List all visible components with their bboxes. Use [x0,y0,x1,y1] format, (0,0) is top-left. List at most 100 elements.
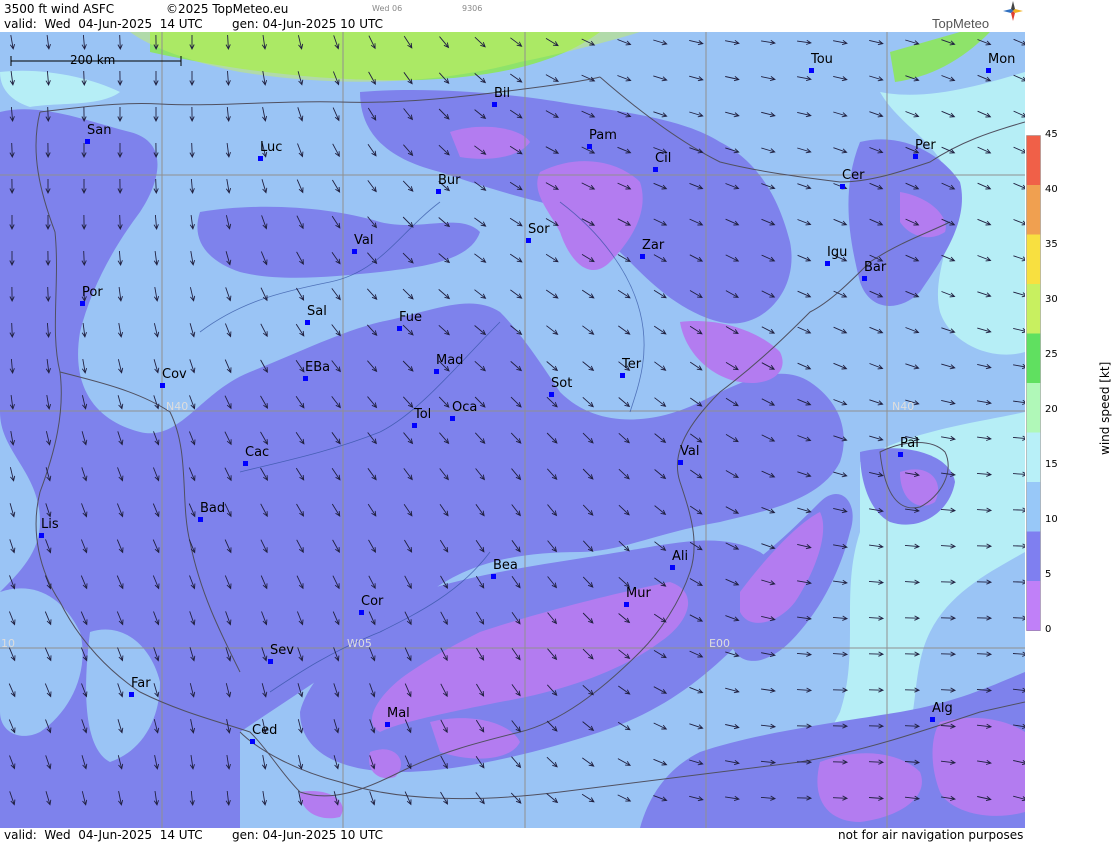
city-label: Mon [988,52,1016,67]
scale-label: 200 km [70,53,116,67]
city-dot [898,452,903,457]
city-dot [305,320,310,325]
city-label: Cov [162,367,187,382]
city-label: Por [82,285,103,300]
logo-text: TopMeteo [932,16,990,31]
generated-time: gen: 04-Jun-2025 10 UTC [232,17,384,31]
city-dot [862,276,867,281]
city-label: Sot [551,376,573,391]
legend-tick: 35 [1045,239,1058,250]
legend-tick: 30 [1045,294,1058,305]
city-dot [80,301,85,306]
legend-tick: 0 [1045,624,1052,635]
day-small-label: Wed 06 [372,4,403,13]
city-label: San [87,123,112,138]
city-dot [39,533,44,538]
legend-color-step [1026,284,1041,334]
code-small-label: 9306 [462,4,483,13]
city-dot [160,383,165,388]
city-label: Ali [672,549,689,564]
copyright-text: ©2025 TopMeteo.eu [166,2,289,16]
lat-label-n40-east: N40 [892,400,915,413]
city-label: Val [680,444,700,459]
city-dot [303,376,308,381]
city-label: Per [915,138,936,153]
legend-title: wind speed [kt] [1098,361,1112,455]
city-label: Bea [493,558,518,573]
city-dot [986,68,991,73]
city-label: Far [131,676,151,691]
city-dot [670,565,675,570]
city-label: Mad [436,353,464,368]
legend-color-step [1026,185,1041,235]
city-label: Bad [200,501,226,516]
legend-colorbar [1026,135,1041,631]
city-label: Cac [245,445,270,460]
footer-generated-time: gen: 04-Jun-2025 10 UTC [232,828,384,842]
product-title: 3500 ft wind ASFC [4,2,115,16]
legend-color-step [1026,333,1041,384]
city-dot [624,602,629,607]
lon-label-w05: W05 [347,637,372,650]
legend-color-step [1026,383,1041,433]
city-dot [840,184,845,189]
legend-tick: 40 [1045,184,1058,195]
city-label: Sal [307,304,327,319]
city-label: Ced [252,723,278,738]
city-dot [653,167,658,172]
city-dot [434,369,439,374]
legend-color-step [1026,432,1041,483]
footer-disclaimer: not for air navigation purposes [838,828,1024,842]
city-label: Zar [642,238,665,253]
city-dot [129,692,134,697]
city-dot [412,423,417,428]
city-dot [587,144,592,149]
city-label: Sor [528,222,550,237]
city-label: Luc [260,140,283,155]
city-dot [930,717,935,722]
city-dot [492,102,497,107]
city-dot [258,156,263,161]
city-label: Igu [827,245,848,260]
city-dot [450,416,455,421]
legend-tick: 20 [1045,404,1058,415]
city-dot [526,238,531,243]
city-label: Tou [811,52,833,67]
city-label: Mal [387,706,410,721]
legend-tick: 15 [1045,459,1058,470]
legend-tick: 5 [1045,569,1052,580]
legend-tick: 25 [1045,349,1058,360]
city-label: Oca [452,400,478,415]
city-label: Cil [655,151,672,166]
city-dot [809,68,814,73]
city-label: Ter [622,357,642,372]
lat-label-n40: N40 [166,400,189,413]
city-label: Val [354,233,374,248]
city-dot [640,254,645,259]
city-dot [243,461,248,466]
city-label: Fue [399,310,423,325]
city-label: Pam [589,128,617,143]
city-dot [913,154,918,159]
valid-time: valid: Wed 04-Jun-2025 14 UTC [4,17,203,31]
city-label: Cer [842,168,865,183]
legend-color-step [1026,531,1041,582]
city-label: Pal [900,436,919,451]
city-label: Bar [864,260,887,275]
lon-label-e00: E00 [709,637,730,650]
legend-color-step [1026,581,1041,631]
city-label: Lis [41,517,59,532]
city-label: Cor [361,594,384,609]
city-label: Bil [494,86,511,101]
wind-map[interactable] [0,32,1025,828]
legend-tick: 10 [1045,514,1058,525]
city-dot [549,392,554,397]
legend-color-step [1026,234,1041,285]
footer-valid-time: valid: Wed 04-Jun-2025 14 UTC [4,828,203,842]
city-dot [198,517,203,522]
city-dot [491,574,496,579]
legend-color-step [1026,482,1041,532]
city-label: Tol [414,407,432,422]
city-label: Sev [270,643,294,658]
city-dot [678,460,683,465]
